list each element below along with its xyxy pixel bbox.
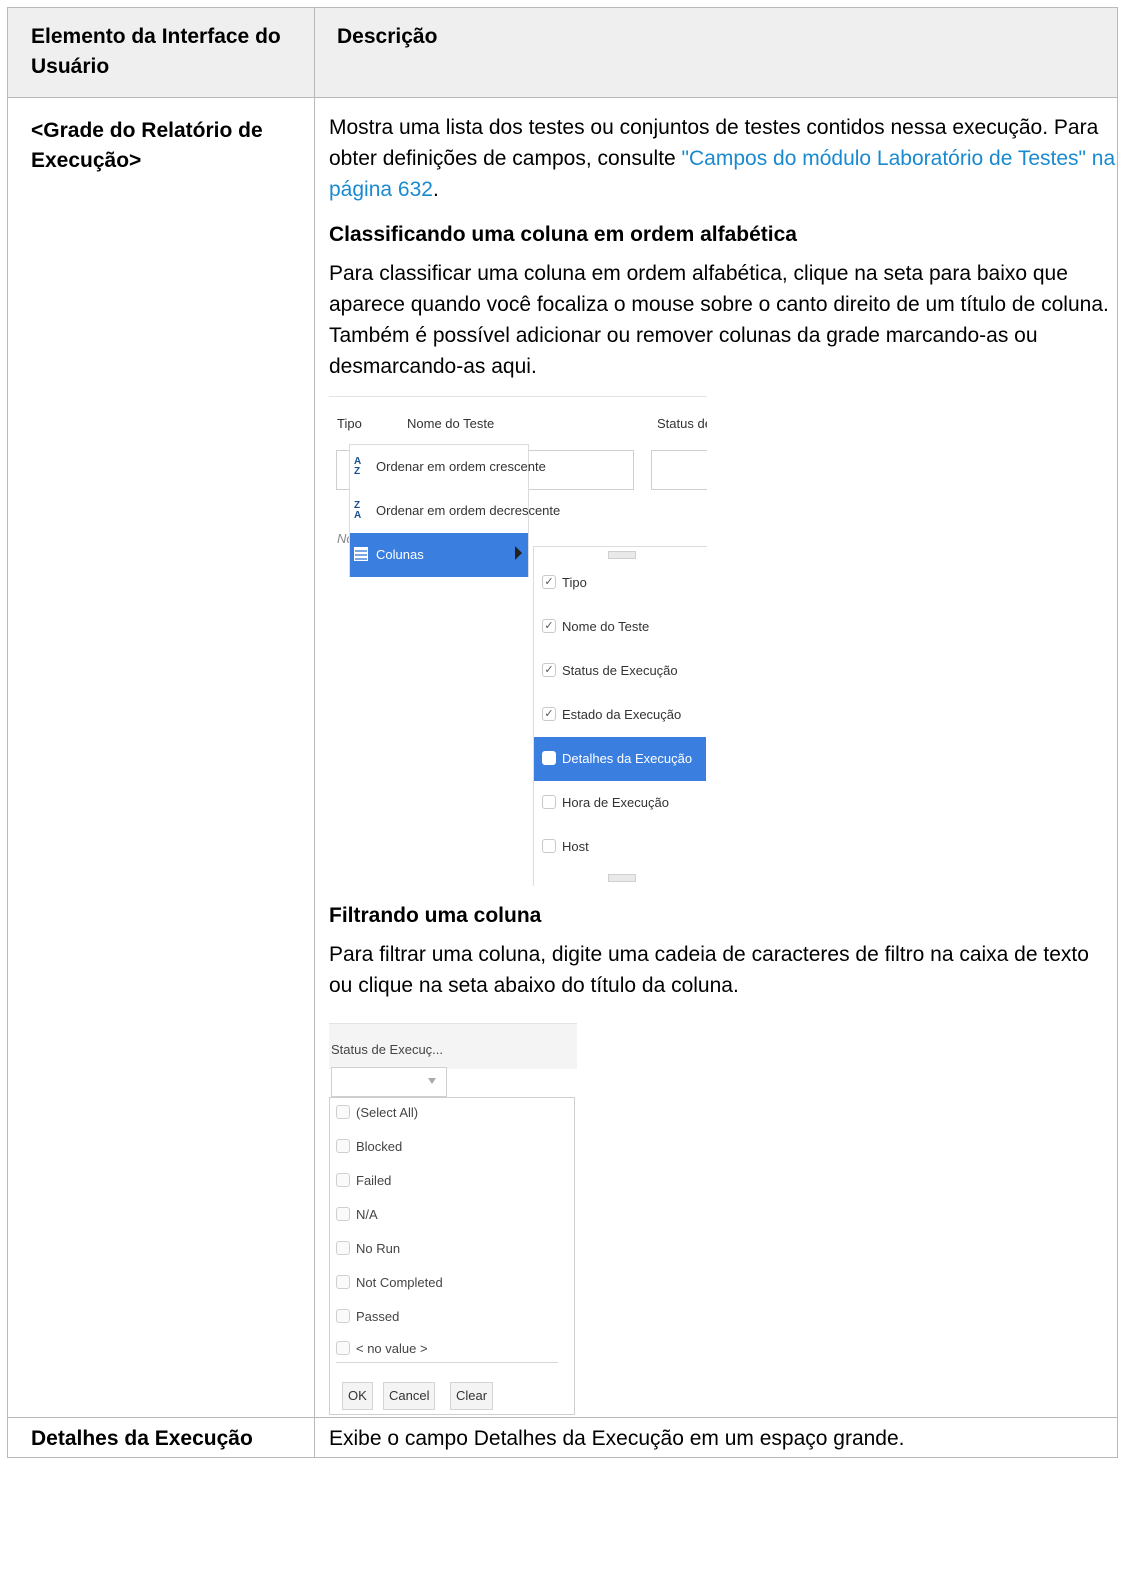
option-label: Failed bbox=[356, 1173, 392, 1188]
column-option-hora-de-execucao[interactable]: Hora de Execução bbox=[534, 781, 706, 825]
column-header-status[interactable]: Status de E bbox=[657, 416, 707, 432]
filter-column-header[interactable]: Status de Execuç... bbox=[329, 1023, 577, 1069]
row-description: Mostra uma lista dos testes ou conjuntos… bbox=[314, 97, 1118, 1418]
checkbox-icon[interactable] bbox=[336, 1275, 350, 1289]
option-label: Passed bbox=[356, 1309, 400, 1324]
checkbox-unchecked-icon[interactable] bbox=[542, 795, 556, 809]
checkbox-unchecked-icon[interactable] bbox=[542, 839, 556, 853]
option-label: Status de Execução bbox=[562, 663, 678, 678]
sort-paragraph: Para classificar uma coluna em ordem alf… bbox=[329, 262, 1109, 378]
column-header-nome-do-teste[interactable]: Nome do Teste bbox=[407, 416, 494, 432]
filter-select[interactable] bbox=[331, 1067, 447, 1097]
menu-item-columns[interactable]: Colunas bbox=[350, 533, 528, 577]
column-title: Status de Execuç... bbox=[331, 1042, 444, 1057]
option-label: Detalhes da Execução bbox=[562, 751, 693, 766]
checkbox-icon[interactable] bbox=[336, 1139, 350, 1153]
ui-elements-table: Elemento da Interface do Usuário Descriç… bbox=[7, 7, 1118, 1458]
filter-paragraph: Para filtrar uma coluna, digite uma cade… bbox=[329, 943, 1089, 997]
header-element: Elemento da Interface do Usuário bbox=[7, 7, 315, 98]
option-label: Nome do Teste bbox=[562, 619, 650, 634]
menu-item-label: Colunas bbox=[376, 547, 424, 562]
sort-descending-icon: ZA bbox=[354, 500, 362, 521]
intro-end: . bbox=[432, 178, 439, 201]
chevron-down-icon bbox=[428, 1078, 436, 1084]
filter-screenshot: Status de Execuç... (Select All) Blocked… bbox=[329, 1023, 577, 1417]
option-label: Host bbox=[562, 839, 589, 854]
checkbox-checked-icon[interactable]: ✓ bbox=[542, 663, 556, 677]
option-label: < no value > bbox=[356, 1341, 428, 1356]
filter-options-panel: (Select All) Blocked Failed N/A No Run N… bbox=[329, 1097, 575, 1415]
column-header-tipo[interactable]: Tipo bbox=[337, 416, 362, 432]
table-row: <Grade do Relatório de Execução> Mostra … bbox=[7, 97, 1118, 1418]
checkbox-icon[interactable] bbox=[336, 1241, 350, 1255]
checkbox-icon[interactable] bbox=[336, 1309, 350, 1323]
checkbox-checked-icon[interactable]: ✓ bbox=[542, 575, 556, 589]
option-label: Blocked bbox=[356, 1139, 403, 1154]
column-option-status-de-execucao[interactable]: ✓ Status de Execução bbox=[534, 649, 706, 693]
row-description: Exibe o campo Detalhes da Execução em um… bbox=[314, 1417, 1118, 1458]
checkbox-icon[interactable] bbox=[336, 1341, 350, 1355]
column-option-detalhes-da-execucao[interactable]: Detalhes da Execução bbox=[534, 737, 706, 781]
checkbox-icon[interactable] bbox=[336, 1105, 350, 1119]
menu-item-sort-descending[interactable]: ZA Ordenar em ordem decrescente bbox=[350, 489, 560, 533]
column-option-estado-da-execucao[interactable]: ✓ Estado da Execução bbox=[534, 693, 706, 737]
filter-box[interactable] bbox=[651, 450, 707, 490]
column-option-nome-do-teste[interactable]: ✓ Nome do Teste bbox=[534, 605, 706, 649]
option-label: Estado da Execução bbox=[562, 707, 682, 722]
sort-ascending-icon: AZ bbox=[354, 456, 362, 477]
scroll-up-icon[interactable] bbox=[608, 551, 636, 559]
checkbox-icon[interactable] bbox=[336, 1173, 350, 1187]
column-context-menu: AZ Ordenar em ordem crescente ZA Ordenar… bbox=[349, 444, 560, 577]
option-label: (Select All) bbox=[356, 1105, 419, 1120]
row-element-run-details: Detalhes da Execução bbox=[7, 1417, 315, 1458]
cancel-button[interactable]: Cancel bbox=[383, 1382, 436, 1410]
table-header-row: Elemento da Interface do Usuário Descriç… bbox=[7, 7, 1118, 98]
checkbox-unchecked-icon[interactable] bbox=[542, 751, 556, 765]
column-option-host[interactable]: Host bbox=[534, 825, 706, 869]
checkbox-checked-icon[interactable]: ✓ bbox=[542, 707, 556, 721]
divider bbox=[336, 1362, 558, 1363]
filter-heading: Filtrando uma coluna bbox=[329, 904, 542, 927]
sort-screenshot: Tipo Nome do Teste Status de E No AZ Ord… bbox=[329, 396, 707, 886]
header-description: Descrição bbox=[314, 7, 1118, 98]
option-label: No Run bbox=[356, 1241, 401, 1256]
column-option-tipo[interactable]: ✓ Tipo bbox=[534, 561, 706, 605]
scroll-down-icon[interactable] bbox=[608, 874, 636, 882]
intro-paragraph: Mostra uma lista dos testes ou conjuntos… bbox=[329, 112, 1117, 205]
row-element-run-report-grid: <Grade do Relatório de Execução> bbox=[7, 97, 315, 1418]
table-row: Detalhes da Execução Exibe o campo Detal… bbox=[7, 1417, 1118, 1458]
menu-item-label: Ordenar em ordem decrescente bbox=[376, 503, 561, 518]
clear-button[interactable]: Clear bbox=[450, 1382, 494, 1410]
option-label: N/A bbox=[356, 1207, 378, 1222]
submenu-arrow-icon bbox=[515, 546, 522, 560]
ok-button[interactable]: OK bbox=[342, 1382, 373, 1410]
option-label: Hora de Execução bbox=[562, 795, 669, 810]
columns-submenu: ✓ Tipo ✓ Nome do Teste ✓ Status de Execu… bbox=[533, 546, 707, 886]
columns-icon bbox=[354, 547, 368, 561]
sort-heading: Classificando uma coluna em ordem alfabé… bbox=[329, 223, 797, 246]
option-label: Tipo bbox=[562, 575, 587, 590]
checkbox-checked-icon[interactable]: ✓ bbox=[542, 619, 556, 633]
menu-item-sort-ascending[interactable]: AZ Ordenar em ordem crescente bbox=[350, 445, 546, 489]
menu-item-label: Ordenar em ordem crescente bbox=[376, 459, 546, 474]
checkbox-icon[interactable] bbox=[336, 1207, 350, 1221]
option-label: Not Completed bbox=[356, 1275, 443, 1290]
